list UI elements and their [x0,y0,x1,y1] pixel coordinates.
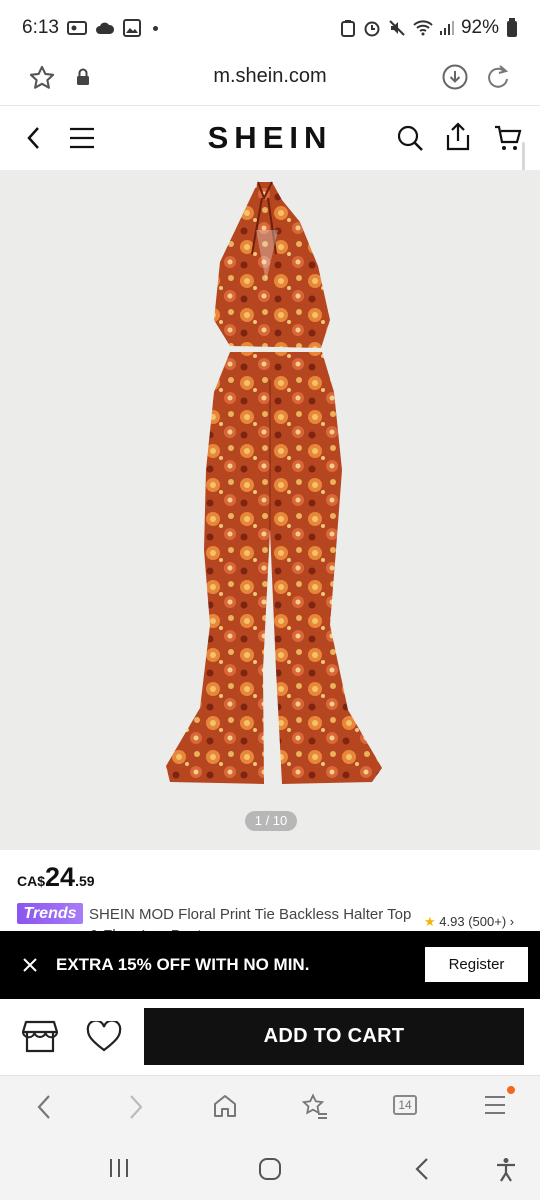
gallery-icon [122,19,141,37]
home-button-icon[interactable] [258,1157,282,1181]
site-header: SHEIN [0,106,540,170]
tabs-count[interactable]: 14 [393,1095,417,1115]
promo-banner: EXTRA 15% OFF WITH NO MIN. Register [0,931,540,999]
rating[interactable]: ★ 4.93 (500+) › [424,914,514,930]
accessibility-icon[interactable] [494,1157,518,1183]
review-count: (500+) [468,914,507,929]
browser-back-icon[interactable] [34,1093,54,1121]
promo-text: EXTRA 15% OFF WITH NO MIN. [56,955,310,974]
product-title[interactable]: SHEIN MOD Floral Print Tie Backless Halt… [89,904,425,931]
battery-icon [507,18,517,37]
mute-icon [389,20,405,36]
store-icon[interactable] [22,1020,58,1054]
system-back-icon[interactable] [412,1157,432,1181]
price-main: 24 [45,862,76,892]
search-icon[interactable] [396,124,424,152]
system-navigation-bar [0,1137,540,1200]
vpn-icon [66,21,87,35]
alarm-icon [364,21,380,37]
share-icon[interactable] [445,122,471,152]
register-button[interactable]: Register [425,947,528,982]
browser-url-bar: m.shein.com [0,56,540,106]
home-icon[interactable] [212,1093,238,1119]
screen: 6:13 92% m.shein.com SHEIN 1 / 10 CA$24.… [0,0,540,1200]
product-image[interactable]: 1 / 10 [0,170,540,850]
price: CA$24.59 [17,862,95,893]
bookmarks-icon[interactable] [301,1093,329,1121]
image-counter: 1 / 10 [245,811,297,831]
product-title-row[interactable]: Trends SHEIN MOD Floral Print Tie Backle… [17,901,540,931]
cloud-icon [95,22,115,34]
price-currency: CA$ [17,873,46,889]
chevron-right-icon: › [509,914,515,929]
notification-badge [507,1086,515,1094]
status-bar: 6:13 92% [0,0,540,56]
add-to-cart-button[interactable]: ADD TO CART [144,1008,524,1065]
recent-apps-icon[interactable] [108,1157,130,1179]
wifi-icon [413,20,433,36]
browser-forward-icon[interactable] [126,1093,146,1121]
reload-icon[interactable] [484,63,512,91]
notification-dot-icon [152,25,158,31]
trends-badge: Trends [17,903,83,924]
heart-icon[interactable] [86,1021,122,1053]
browser-menu-icon[interactable] [483,1093,507,1117]
price-cents: .59 [75,873,95,889]
signal-icon [439,21,454,35]
battery-saver-icon [340,20,355,37]
browser-toolbar: 14 [0,1075,540,1137]
download-icon[interactable] [441,63,469,91]
rating-value: 4.93 [439,914,465,929]
close-icon[interactable] [22,957,38,973]
rating-star-icon: ★ [424,914,436,929]
action-bar: ADD TO CART [0,999,540,1075]
battery-percent: 92% [460,17,499,38]
product-photo [0,170,540,850]
cart-icon[interactable] [494,124,522,152]
clock: 6:13 [22,17,59,38]
